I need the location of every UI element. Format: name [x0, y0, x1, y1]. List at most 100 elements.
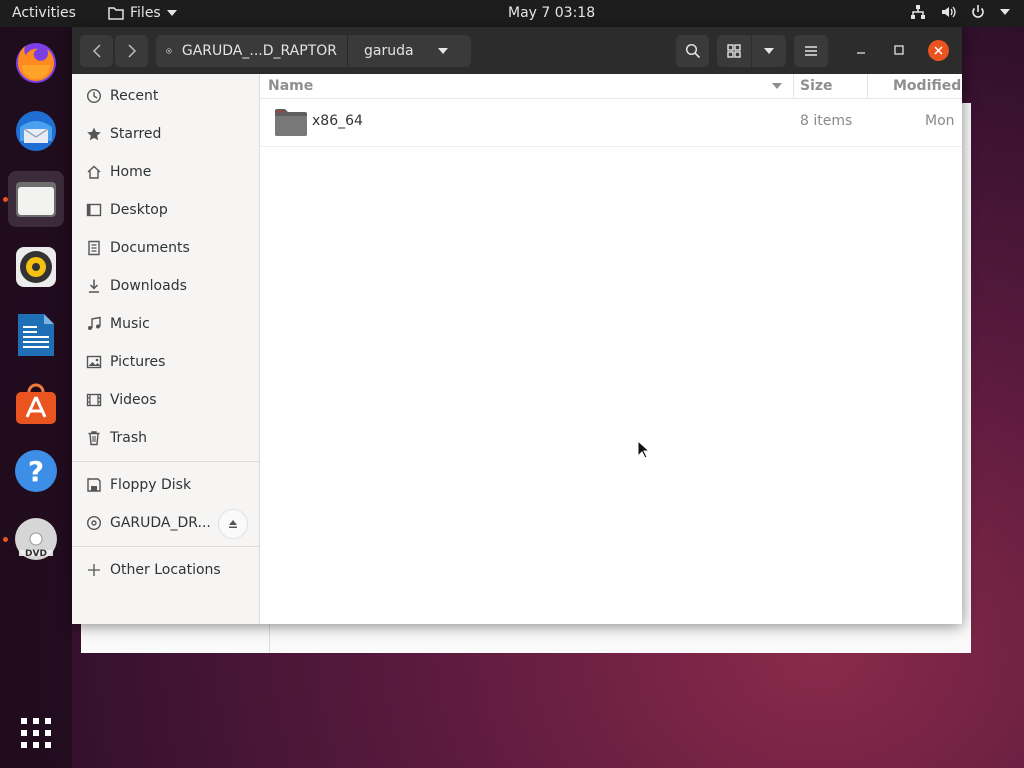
column-name-header[interactable]: Name	[268, 78, 313, 94]
mouse-cursor-icon	[637, 440, 649, 459]
system-tray[interactable]	[910, 4, 1010, 20]
header-bar: GARUDA_...D_RAPTOR garuda	[72, 27, 962, 74]
sidebar-item-documents[interactable]: Documents	[72, 231, 260, 265]
document-icon	[86, 240, 102, 256]
help-icon: ?	[15, 450, 57, 492]
sidebar-item-label: GARUDA_DR...	[110, 515, 211, 531]
eject-icon	[229, 520, 237, 528]
download-icon	[86, 278, 102, 294]
file-row[interactable]: x86_64 8 items Mon	[260, 98, 962, 147]
dock-help[interactable]: ?	[8, 443, 64, 499]
sidebar-item-label: Floppy Disk	[110, 477, 192, 493]
menu-button[interactable]	[794, 35, 828, 67]
power-icon	[972, 5, 984, 18]
firefox-icon	[16, 43, 56, 83]
column-divider	[793, 74, 794, 98]
sidebar-item-garuda-drive[interactable]: GARUDA_DR...	[72, 506, 260, 540]
plus-icon	[86, 562, 102, 578]
sidebar-item-trash[interactable]: Trash	[72, 421, 260, 455]
sidebar-item-label: Starred	[110, 126, 162, 142]
dvd-icon: DVD	[15, 518, 57, 560]
maximize-button[interactable]	[890, 41, 908, 59]
floppy-icon	[86, 477, 102, 493]
sidebar-item-starred[interactable]: Starred	[72, 117, 260, 151]
view-options-button[interactable]	[752, 35, 786, 67]
search-button[interactable]	[676, 35, 709, 67]
chevron-right-icon	[127, 44, 136, 58]
chevron-down-icon	[437, 48, 448, 54]
dock-files[interactable]	[8, 171, 64, 227]
clock-icon	[86, 88, 102, 104]
home-icon	[86, 164, 102, 180]
sidebar-item-label: Recent	[110, 88, 159, 104]
search-icon	[685, 43, 700, 59]
column-header: Name Size Modified	[260, 74, 962, 99]
forward-button[interactable]	[115, 35, 148, 67]
eject-button[interactable]	[218, 509, 248, 539]
sidebar-item-label: Downloads	[110, 278, 187, 294]
sort-descending-icon[interactable]	[772, 83, 782, 89]
sidebar-item-downloads[interactable]: Downloads	[72, 269, 260, 303]
sidebar-item-recent[interactable]: Recent	[72, 79, 260, 113]
column-divider	[867, 74, 868, 98]
back-button[interactable]	[80, 35, 113, 67]
view-toggle-button[interactable]	[717, 35, 751, 67]
sidebar-item-music[interactable]: Music	[72, 307, 260, 341]
sidebar-item-label: Trash	[110, 430, 147, 446]
path-current-button[interactable]: garuda	[348, 35, 458, 67]
dock-firefox[interactable]	[8, 35, 64, 91]
chevron-left-icon	[92, 44, 101, 58]
running-indicator	[3, 197, 8, 202]
top-bar: Activities Files May 7 03:18	[0, 0, 1024, 27]
column-modified-header[interactable]: Modified	[893, 78, 961, 94]
disc-icon	[86, 515, 102, 531]
app-menu-label: Files	[130, 5, 161, 21]
path-root-label: GARUDA_...D_RAPTOR	[181, 43, 337, 59]
folder-icon	[275, 109, 307, 136]
file-name: x86_64	[312, 113, 363, 129]
sidebar-item-desktop[interactable]: Desktop	[72, 193, 260, 227]
sidebar-divider	[72, 546, 260, 547]
dock-software[interactable]	[8, 375, 64, 431]
path-root-button[interactable]: GARUDA_...D_RAPTOR	[156, 35, 348, 67]
chevron-down-icon	[1000, 9, 1010, 15]
minimize-button[interactable]	[852, 41, 870, 59]
libreoffice-writer-icon	[18, 314, 54, 356]
svg-text:?: ?	[28, 455, 44, 488]
trash-icon	[86, 430, 102, 446]
chevron-down-icon	[764, 48, 774, 54]
volume-icon	[942, 6, 956, 18]
path-bar: GARUDA_...D_RAPTOR garuda	[156, 35, 471, 67]
path-current-label: garuda	[364, 43, 414, 59]
dock-dvd[interactable]: DVD	[8, 511, 64, 567]
network-icon	[911, 5, 925, 19]
folder-icon	[108, 7, 124, 20]
sidebar-item-other-locations[interactable]: Other Locations	[72, 553, 260, 587]
app-menu[interactable]: Files	[108, 5, 177, 21]
clock[interactable]: May 7 03:18	[508, 5, 595, 21]
close-button[interactable]	[928, 40, 949, 61]
sidebar-item-home[interactable]: Home	[72, 155, 260, 189]
software-center-icon	[16, 383, 56, 424]
sidebar-item-videos[interactable]: Videos	[72, 383, 260, 417]
dock-writer[interactable]	[8, 307, 64, 363]
activities-button[interactable]: Activities	[12, 5, 76, 21]
sidebar-item-label: Desktop	[110, 202, 168, 218]
sidebar-item-label: Pictures	[110, 354, 166, 370]
files-window: GARUDA_...D_RAPTOR garuda Recent Starred…	[72, 27, 962, 624]
file-list-view: Name Size Modified x86_64 8 items Mon	[260, 74, 962, 624]
dock-show-apps[interactable]	[8, 705, 64, 761]
dock-thunderbird[interactable]	[8, 103, 64, 159]
dock-rhythmbox[interactable]	[8, 239, 64, 295]
sidebar-item-pictures[interactable]: Pictures	[72, 345, 260, 379]
sidebar-item-label: Music	[110, 316, 150, 332]
sidebar-item-label: Documents	[110, 240, 190, 256]
music-icon	[86, 316, 102, 332]
files-icon	[16, 182, 56, 217]
desktop-icon	[86, 202, 102, 218]
show-apps-icon	[21, 718, 51, 748]
thunderbird-icon	[16, 111, 56, 151]
column-size-header[interactable]: Size	[800, 78, 833, 94]
video-icon	[86, 392, 102, 408]
sidebar-item-floppy-disk[interactable]: Floppy Disk	[72, 468, 260, 502]
